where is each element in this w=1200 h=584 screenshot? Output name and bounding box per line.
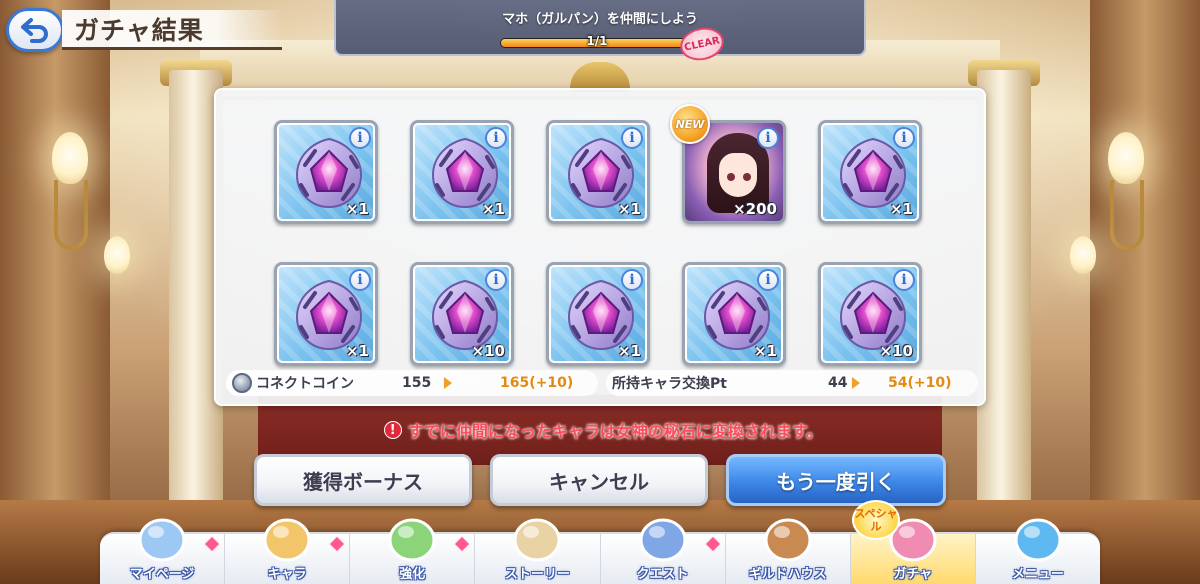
mission-progress-text: 1/1 (586, 34, 608, 48)
notification-badge (453, 535, 471, 553)
nav-label: キャラ (267, 567, 307, 582)
castle-icon (132, 510, 192, 566)
nav-label: クエスト (636, 567, 689, 582)
door-icon (758, 510, 818, 566)
character-icon (257, 510, 317, 566)
exchange-pt-before: 44 (828, 375, 848, 391)
connect-coin-label: コネクトコイン (256, 376, 354, 392)
info-icon[interactable]: i (349, 269, 371, 291)
sword-flag-icon (633, 510, 693, 566)
result-tile-stone[interactable]: i ×1 (546, 120, 650, 224)
exchange-pt-label: 所持キャラ交換Pt (612, 376, 727, 392)
item-quantity: ×1 (753, 342, 777, 360)
arrow-right-icon (852, 377, 860, 389)
notification-badge (704, 535, 722, 553)
gacha-result-panel: i ×1 i ×1 i ×1 i ×200 i ×1 i ×1 i ×10 i … (214, 88, 986, 406)
info-icon[interactable]: i (893, 127, 915, 149)
item-quantity: ×1 (889, 200, 913, 218)
nav-item-7[interactable]: メニュー (976, 518, 1100, 584)
info-icon[interactable]: i (757, 269, 779, 291)
special-badge: スペシャル (852, 500, 900, 540)
info-icon[interactable]: i (757, 127, 779, 149)
exchange-pt-after: 54(+10) (888, 375, 952, 391)
page-title: ガチャ結果 (74, 15, 204, 45)
item-quantity: ×1 (481, 200, 505, 218)
nav-item-0[interactable]: マイページ (100, 518, 226, 584)
arrow-right-icon (444, 377, 452, 389)
page-title-banner: ガチャ結果 (62, 10, 282, 50)
wall-lamp-right (1108, 132, 1144, 184)
scroll-icon (507, 510, 567, 566)
background-column-right (1090, 0, 1200, 584)
item-quantity: ×1 (617, 200, 641, 218)
wall-lamp-right-small (1070, 236, 1096, 274)
mission-panel: マホ（ガルパン）を仲間にしよう 1/1 CLEAR (334, 0, 866, 65)
nav-item-2[interactable]: 強化 (350, 518, 476, 584)
warning-text: すでに仲間になったキャラは女神の秘石に変換されます。 (407, 422, 823, 441)
conversion-warning: ! すでに仲間になったキャラは女神の秘石に変換されます。 (358, 418, 848, 442)
nav-label: 強化 (399, 567, 426, 582)
lamp-arm-right (1110, 180, 1144, 250)
nav-label: ガチャ (893, 567, 933, 582)
item-quantity: ×10 (879, 342, 913, 360)
info-icon[interactable]: i (485, 127, 507, 149)
result-tile-stone[interactable]: i ×1 (274, 262, 378, 366)
connect-coin-before: 155 (402, 375, 432, 391)
mission-text: マホ（ガルパン）を仲間にしよう (502, 12, 698, 27)
wall-lamp-left (52, 132, 88, 184)
orbs-icon (382, 510, 442, 566)
result-tile-stone[interactable]: i ×10 (410, 262, 514, 366)
info-icon[interactable]: i (621, 127, 643, 149)
info-icon[interactable]: i (349, 127, 371, 149)
item-quantity: ×1 (617, 342, 641, 360)
nav-label: ギルドハウス (748, 567, 827, 582)
bottom-navigation: マイページ キャラ 強化 ストーリー クエスト ギルドハウス ガチャ メニュー (100, 518, 1100, 584)
status-row: コネクトコイン 155 165(+10) 所持キャラ交換Pt 44 54(+10… (226, 370, 978, 396)
header: ガチャ結果 (0, 0, 290, 56)
item-quantity: ×200 (733, 200, 777, 218)
back-arrow-icon (21, 18, 48, 43)
info-icon[interactable]: i (621, 269, 643, 291)
notification-badge (203, 535, 221, 553)
result-tile-stone[interactable]: i ×1 (818, 120, 922, 224)
draw-again-button[interactable]: もう一度引く (726, 454, 946, 506)
warning-icon: ! (383, 421, 402, 439)
lamp-arm-left (54, 180, 88, 250)
obtained-bonus-button[interactable]: 獲得ボーナス (254, 454, 472, 506)
nav-item-3[interactable]: ストーリー (475, 518, 601, 584)
nav-item-6[interactable]: ガチャ (850, 518, 976, 584)
nav-label: ストーリー (504, 567, 570, 582)
info-icon[interactable]: i (893, 269, 915, 291)
nav-item-4[interactable]: クエスト (601, 518, 726, 584)
connect-coin-status: コネクトコイン 155 165(+10) (226, 370, 598, 396)
back-button[interactable] (6, 8, 64, 52)
connect-coin-after: 165(+10) (500, 375, 574, 391)
cancel-button[interactable]: キャンセル (490, 454, 708, 506)
result-tile-stone[interactable]: i ×10 (818, 262, 922, 366)
result-tile-stone[interactable]: i ×1 (410, 120, 514, 224)
nav-item-1[interactable]: キャラ (225, 518, 351, 584)
result-tile-stone[interactable]: i ×1 (682, 262, 786, 366)
result-tile-stone[interactable]: i ×1 (546, 262, 650, 366)
background-column-left (0, 0, 110, 584)
result-item-grid: i ×1 i ×1 i ×1 i ×200 i ×1 i ×1 i ×10 i … (274, 120, 922, 366)
notification-badge (328, 535, 346, 553)
nav-label: メニュー (1011, 567, 1064, 582)
wall-lamp-left-small (104, 236, 130, 274)
exchange-pt-status: 所持キャラ交換Pt 44 54(+10) (606, 370, 978, 396)
item-quantity: ×1 (345, 342, 369, 360)
nav-item-5[interactable]: ギルドハウス (726, 518, 851, 584)
result-tile-stone[interactable]: i ×1 (274, 120, 378, 224)
connect-coin-icon (232, 373, 252, 393)
info-icon[interactable]: i (485, 269, 507, 291)
new-badge: NEW (670, 104, 710, 144)
item-quantity: ×10 (471, 342, 505, 360)
nav-label: マイページ (129, 567, 195, 582)
crystal-icon (1008, 510, 1068, 566)
item-quantity: ×1 (345, 200, 369, 218)
